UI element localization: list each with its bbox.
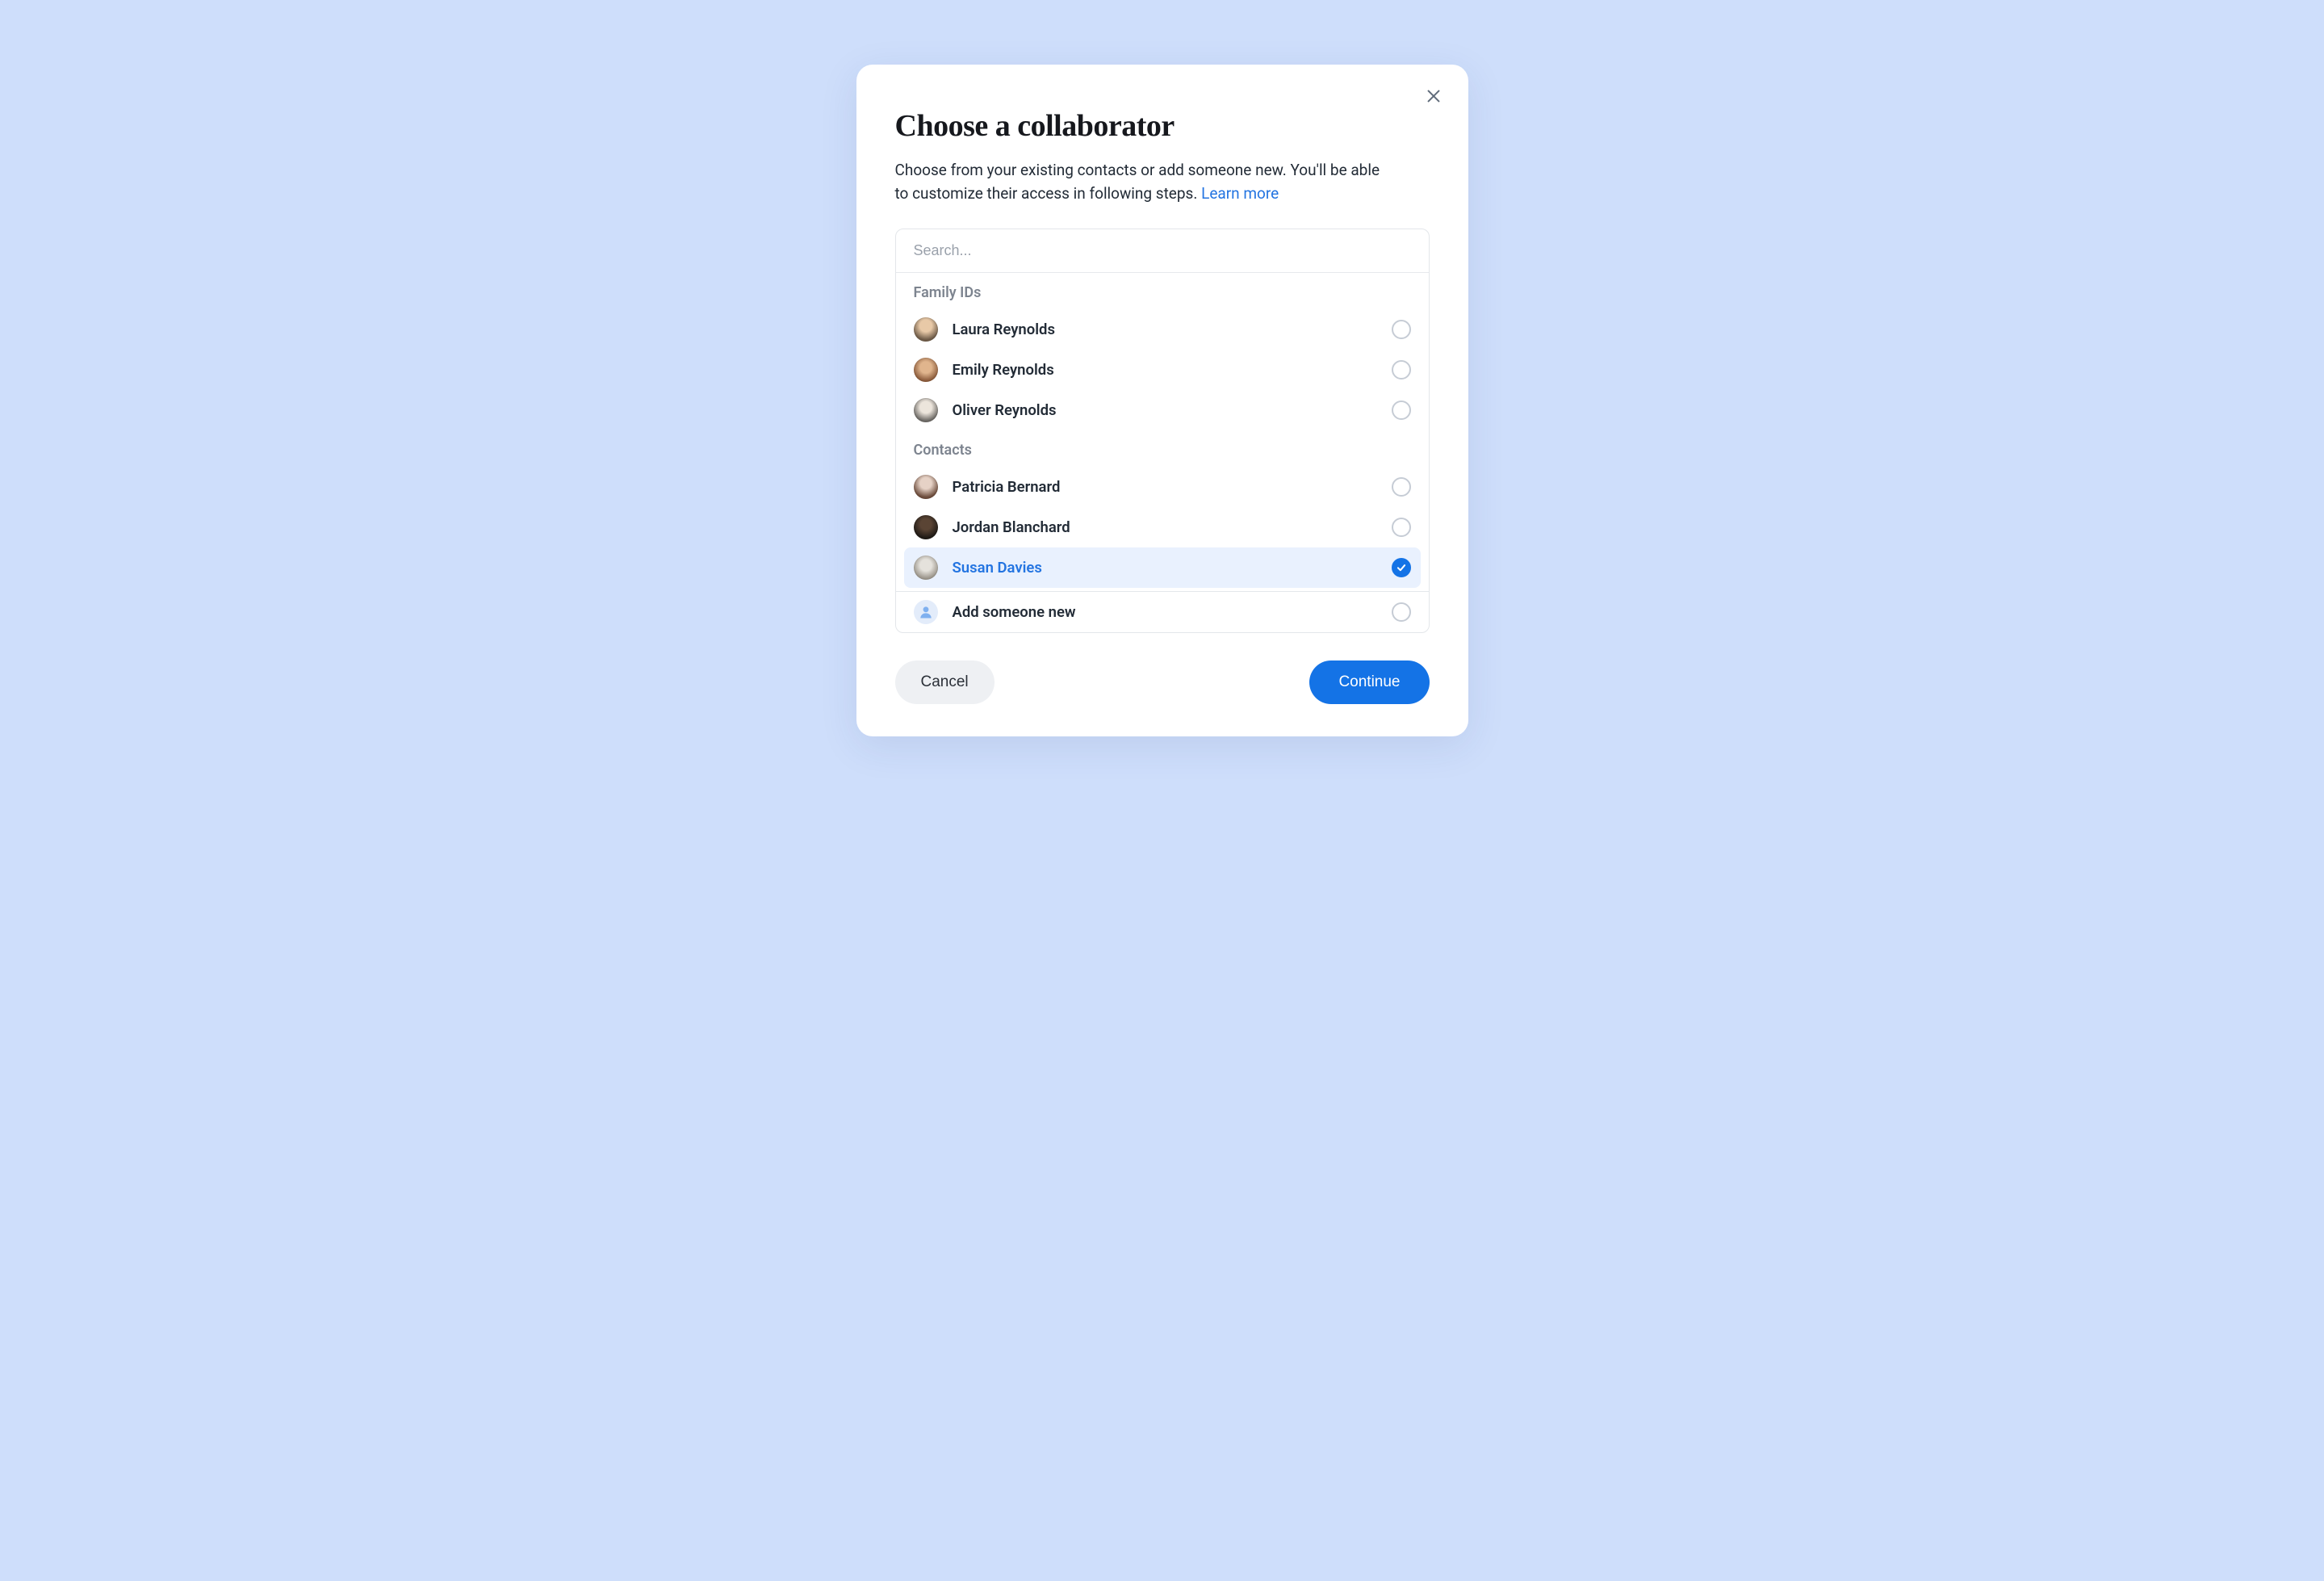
contact-name: Laura Reynolds xyxy=(953,321,1377,338)
contact-name: Patricia Bernard xyxy=(953,478,1377,496)
contact-name: Susan Davies xyxy=(953,559,1377,577)
list-item[interactable]: Oliver Reynolds xyxy=(896,390,1429,430)
close-icon xyxy=(1425,87,1443,105)
list-item[interactable]: Jordan Blanchard xyxy=(896,507,1429,547)
list-item[interactable]: Laura Reynolds xyxy=(896,309,1429,350)
avatar xyxy=(914,317,938,342)
search-input[interactable] xyxy=(896,229,1429,272)
list-item[interactable]: Susan Davies xyxy=(904,547,1421,588)
add-someone-new-label: Add someone new xyxy=(953,603,1377,621)
modal-title: Choose a collaborator xyxy=(895,108,1430,144)
subtitle-text: Choose from your existing contacts or ad… xyxy=(895,161,1380,203)
radio-unchecked-icon[interactable] xyxy=(1392,320,1411,339)
avatar xyxy=(914,515,938,539)
close-button[interactable] xyxy=(1420,82,1447,110)
learn-more-link[interactable]: Learn more xyxy=(1201,184,1279,203)
radio-unchecked-icon[interactable] xyxy=(1392,602,1411,622)
radio-unchecked-icon[interactable] xyxy=(1392,518,1411,537)
modal-subtitle: Choose from your existing contacts or ad… xyxy=(895,158,1396,206)
cancel-button[interactable]: Cancel xyxy=(895,660,995,704)
search-wrap xyxy=(896,229,1429,273)
choose-collaborator-modal: Choose a collaborator Choose from your e… xyxy=(856,65,1468,736)
contact-name: Jordan Blanchard xyxy=(953,518,1377,536)
person-placeholder-icon xyxy=(914,600,938,624)
radio-unchecked-icon[interactable] xyxy=(1392,360,1411,380)
radio-unchecked-icon[interactable] xyxy=(1392,477,1411,497)
continue-button[interactable]: Continue xyxy=(1309,660,1429,704)
list-item[interactable]: Patricia Bernard xyxy=(896,467,1429,507)
contacts-list: Patricia Bernard Jordan Blanchard Susan … xyxy=(896,467,1429,588)
avatar xyxy=(914,475,938,499)
modal-footer: Cancel Continue xyxy=(895,660,1430,704)
collaborator-listbox: Family IDs Laura Reynolds Emily Reynolds… xyxy=(895,229,1430,633)
contact-name: Oliver Reynolds xyxy=(953,401,1377,419)
radio-checked-icon[interactable] xyxy=(1392,558,1411,577)
section-header-family: Family IDs xyxy=(896,273,1429,309)
add-someone-new-row[interactable]: Add someone new xyxy=(896,592,1429,632)
family-list: Laura Reynolds Emily Reynolds Oliver Rey… xyxy=(896,309,1429,430)
section-header-contacts: Contacts xyxy=(896,430,1429,467)
avatar xyxy=(914,556,938,580)
radio-unchecked-icon[interactable] xyxy=(1392,400,1411,420)
contact-name: Emily Reynolds xyxy=(953,361,1377,379)
avatar xyxy=(914,358,938,382)
avatar xyxy=(914,398,938,422)
list-item[interactable]: Emily Reynolds xyxy=(896,350,1429,390)
